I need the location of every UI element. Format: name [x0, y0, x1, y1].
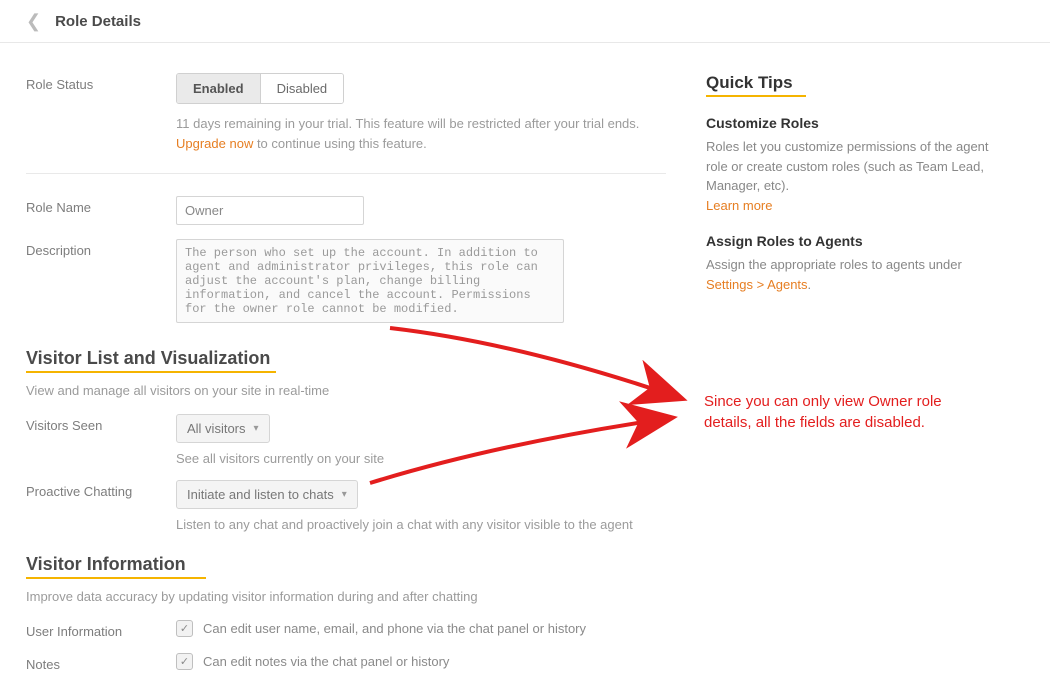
divider	[26, 173, 666, 174]
learn-more-link[interactable]: Learn more	[706, 198, 772, 213]
customize-roles-text: Roles let you customize permissions of t…	[706, 139, 989, 193]
quick-tips-heading: Quick Tips	[706, 73, 996, 93]
user-information-desc: Can edit user name, email, and phone via…	[203, 621, 586, 636]
assign-roles-text-pre: Assign the appropriate roles to agents u…	[706, 257, 962, 272]
proactive-chatting-label: Proactive Chatting	[26, 480, 176, 499]
visitors-seen-value: All visitors	[187, 421, 246, 436]
chevron-down-icon: ▾	[254, 423, 259, 434]
role-status-toggle[interactable]: Enabled Disabled	[176, 73, 344, 104]
visitors-seen-dropdown[interactable]: All visitors ▾	[176, 414, 270, 443]
visitor-list-section-title: Visitor List and Visualization	[26, 348, 666, 369]
chevron-down-icon: ▾	[342, 489, 347, 500]
settings-agents-link[interactable]: Settings > Agents	[706, 277, 808, 292]
status-disabled-button[interactable]: Disabled	[260, 74, 344, 103]
notes-desc: Can edit notes via the chat panel or his…	[203, 654, 449, 669]
notes-label: Notes	[26, 653, 176, 672]
user-information-checkbox[interactable]: ✓	[176, 620, 193, 637]
quick-tips-panel: Quick Tips Customize Roles Roles let you…	[706, 73, 996, 686]
visitor-list-section-sub: View and manage all visitors on your sit…	[26, 383, 666, 398]
main-column: Role Status Enabled Disabled 11 days rem…	[26, 73, 666, 686]
topbar: ❮ Role Details	[0, 0, 1050, 43]
visitor-info-section-sub: Improve data accuracy by updating visito…	[26, 589, 666, 604]
trial-suffix-text: to continue using this feature.	[253, 136, 426, 151]
back-chevron-icon[interactable]: ❮	[26, 12, 41, 30]
visitor-info-section-title: Visitor Information	[26, 554, 666, 575]
visitors-seen-label: Visitors Seen	[26, 414, 176, 433]
quick-tips-underline	[706, 95, 806, 97]
description-label: Description	[26, 239, 176, 258]
proactive-chatting-help: Listen to any chat and proactively join …	[176, 517, 666, 532]
upgrade-now-link[interactable]: Upgrade now	[176, 136, 253, 151]
user-information-label: User Information	[26, 620, 176, 639]
customize-roles-heading: Customize Roles	[706, 115, 996, 131]
role-name-label: Role Name	[26, 196, 176, 215]
visitors-seen-help: See all visitors currently on your site	[176, 451, 666, 466]
section-underline	[26, 371, 276, 373]
section-underline	[26, 577, 206, 579]
trial-remaining-text: 11 days remaining in your trial. This fe…	[176, 116, 639, 131]
role-name-input[interactable]	[176, 196, 364, 225]
assign-roles-heading: Assign Roles to Agents	[706, 233, 996, 249]
notes-checkbox[interactable]: ✓	[176, 653, 193, 670]
assign-roles-text-post: .	[808, 277, 812, 292]
callout-annotation: Since you can only view Owner roledetail…	[704, 391, 942, 433]
proactive-chatting-dropdown[interactable]: Initiate and listen to chats ▾	[176, 480, 358, 509]
description-textarea[interactable]: The person who set up the account. In ad…	[176, 239, 564, 323]
role-status-label: Role Status	[26, 73, 176, 92]
page-title: Role Details	[55, 13, 141, 30]
proactive-chatting-value: Initiate and listen to chats	[187, 487, 334, 502]
status-enabled-button[interactable]: Enabled	[177, 74, 260, 103]
